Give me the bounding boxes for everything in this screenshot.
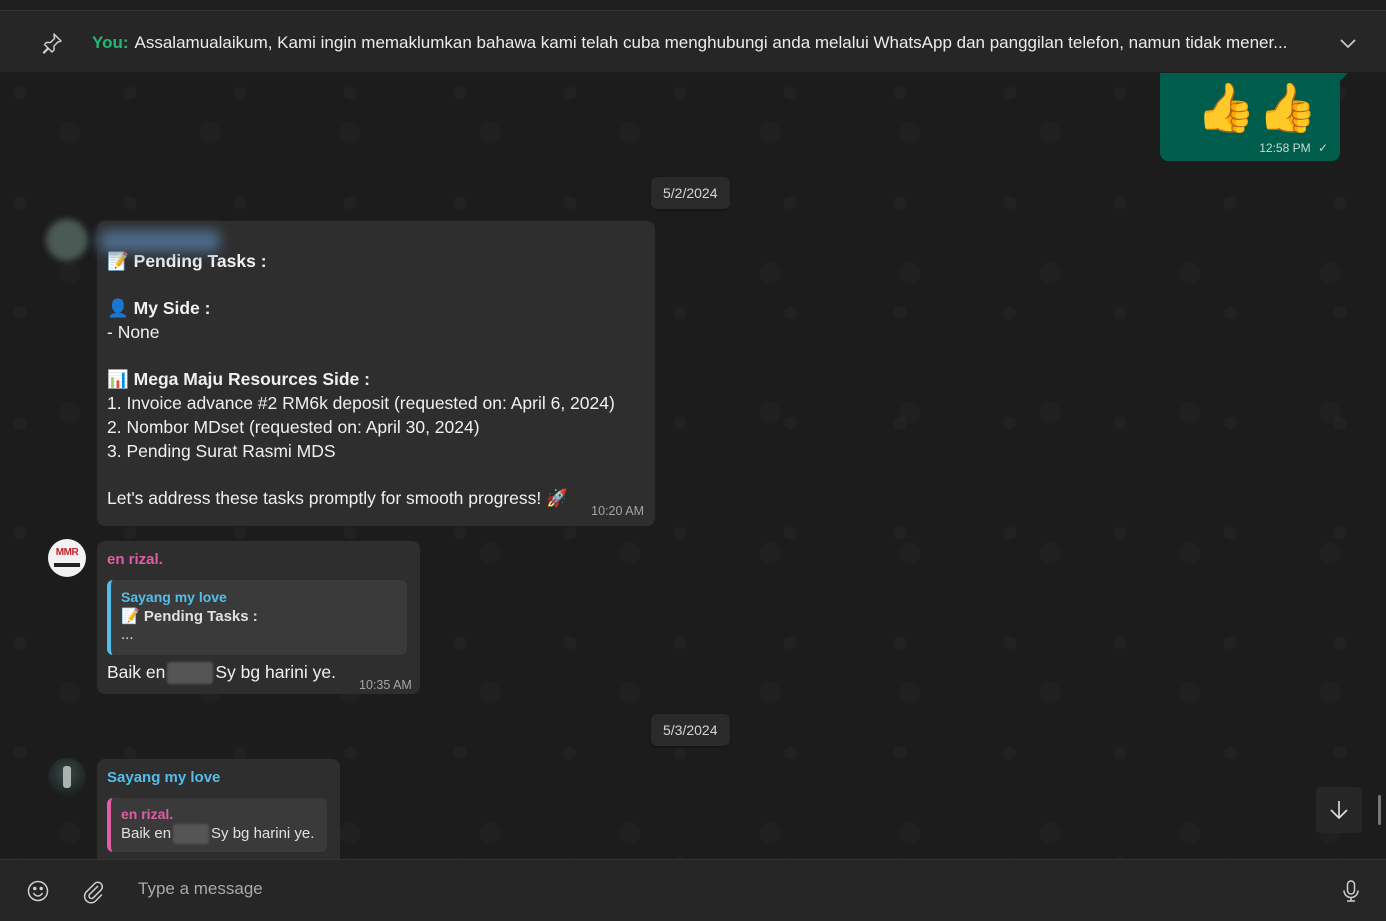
date-separator: 5/2/2024	[651, 177, 730, 209]
pinned-sender-label: You:	[92, 33, 129, 52]
received-message-bubble[interactable]: 📝 Pending Tasks : 👤 My Side : - None 📊 M…	[97, 221, 655, 526]
pinned-message-text: You: Assalamualaikum, Kami ingin memaklum…	[92, 33, 1324, 53]
mmr-side-label: 📊 Mega Maju Resources Side :	[107, 369, 370, 390]
message-time: 10:35 AM	[359, 678, 412, 692]
chat-messages-area[interactable]: 👍👍 12:58 PM ✓ 5/2/2024 📝 Pending Tasks :…	[0, 73, 1386, 859]
arrow-down-icon	[1330, 801, 1348, 820]
redacted-name	[173, 824, 210, 844]
message-meta: 12:58 PM ✓	[1259, 141, 1328, 155]
redacted-name	[167, 662, 214, 685]
pinned-message-content: Assalamualaikum, Kami ingin memaklumkan …	[134, 33, 1288, 52]
message-text-part: Sy bg harini ye.	[215, 662, 336, 682]
scroll-to-bottom-button[interactable]	[1316, 787, 1362, 833]
bubble-tail	[1338, 73, 1348, 83]
message-closing: Let's address these tasks promptly for s…	[107, 487, 568, 508]
emoji-icon[interactable]	[25, 878, 51, 904]
attach-icon[interactable]	[80, 878, 106, 904]
avatar[interactable]	[48, 758, 86, 796]
task-item: 1. Invoice advance #2 RM6k deposit (requ…	[107, 393, 615, 414]
whatsapp-window: You: Assalamualaikum, Kami ingin memaklum…	[0, 0, 1386, 921]
sender-name-redacted	[100, 230, 220, 252]
quoted-sender-name: en rizal.	[121, 806, 174, 822]
pin-icon[interactable]	[40, 31, 64, 55]
sent-message-bubble[interactable]: 👍👍 12:58 PM ✓	[1160, 73, 1340, 161]
date-separator: 5/3/2024	[651, 714, 730, 746]
microphone-icon[interactable]	[1338, 878, 1364, 904]
received-message-bubble[interactable]: en rizal. Sayang my love 📝 Pending Tasks…	[97, 541, 420, 694]
task-item: 3. Pending Surat Rasmi MDS	[107, 440, 336, 461]
message-input[interactable]	[138, 879, 1288, 899]
sent-check-icon: ✓	[1317, 141, 1328, 155]
message-title: 📝 Pending Tasks :	[107, 251, 267, 271]
message-composer	[0, 859, 1386, 921]
avatar[interactable]	[48, 221, 86, 259]
sender-name[interactable]: en rizal.	[107, 551, 163, 568]
thumbs-up-emoji: 👍👍	[1196, 82, 1320, 135]
my-side-item: - None	[107, 322, 160, 343]
quoted-text-part: Baik en	[121, 824, 172, 842]
my-side-label: 👤 My Side :	[107, 298, 211, 319]
quoted-text-ellipsis: ...	[121, 626, 134, 643]
message-text-part: Baik en	[107, 662, 166, 682]
message-time: 10:20 AM	[591, 504, 644, 518]
quoted-text: 📝 Pending Tasks :	[121, 608, 258, 625]
quoted-text: Baik en Sy bg harini ye.	[121, 824, 314, 844]
message-text: Baik en Sy bg harini ye.	[107, 661, 336, 685]
quoted-message[interactable]: Sayang my love 📝 Pending Tasks : ...	[107, 580, 407, 655]
quoted-text-part: Sy bg harini ye.	[211, 824, 315, 842]
scrollbar[interactable]	[1378, 795, 1381, 825]
received-message-bubble[interactable]: Sayang my love en rizal. Baik en Sy bg ha…	[97, 759, 340, 859]
sender-name[interactable]: Sayang my love	[107, 769, 220, 786]
chevron-down-icon[interactable]	[1338, 33, 1358, 53]
message-time: 12:58 PM	[1259, 141, 1311, 155]
avatar[interactable]: MMR	[48, 539, 86, 577]
quoted-sender-name: Sayang my love	[121, 589, 227, 605]
avatar-figure	[63, 766, 71, 788]
quoted-message[interactable]: en rizal. Baik en Sy bg harini ye.	[107, 798, 327, 852]
avatar-logo-bar	[54, 563, 80, 567]
avatar-logo-text: MMR	[55, 547, 79, 558]
task-item: 2. Nombor MDset (requested on: April 30,…	[107, 416, 480, 437]
pinned-message-bar[interactable]: You: Assalamualaikum, Kami ingin memaklum…	[0, 10, 1386, 72]
